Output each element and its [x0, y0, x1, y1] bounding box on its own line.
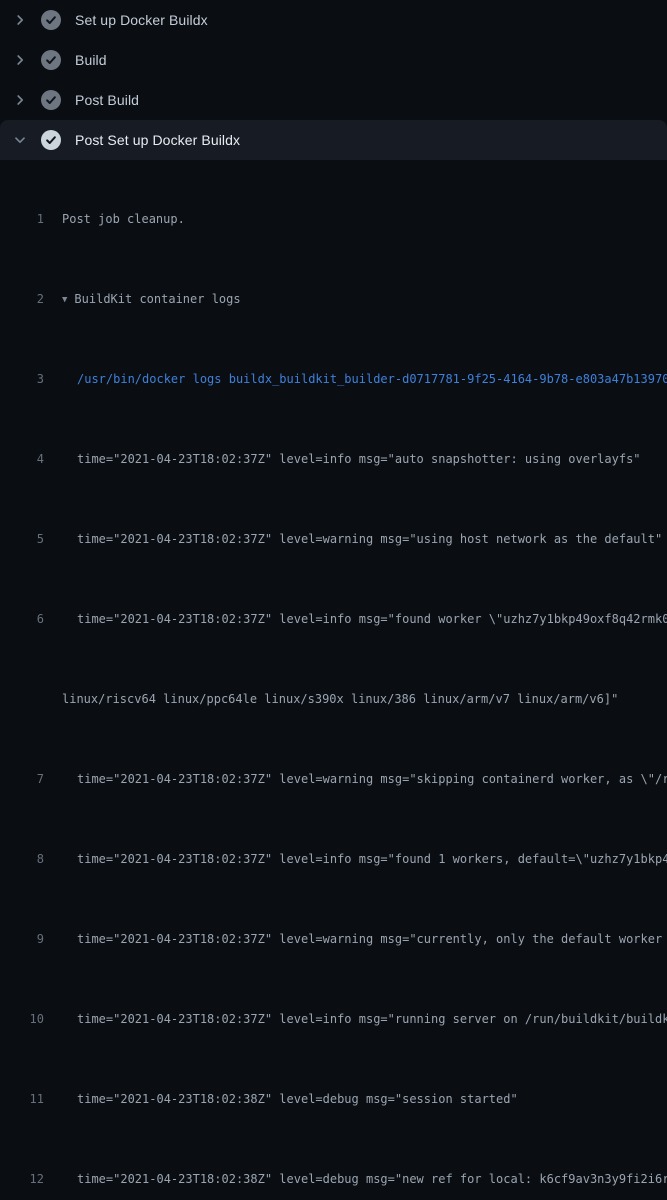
- check-circle-icon: [41, 130, 61, 150]
- log-text: linux/riscv64 linux/ppc64le linux/s390x …: [62, 689, 618, 709]
- line-number[interactable]: 2: [0, 289, 44, 309]
- line-number[interactable]: 10: [0, 1009, 44, 1029]
- log-line: 1 Post job cleanup.: [0, 209, 667, 229]
- log-line: 2 ▼BuildKit container logs: [0, 289, 667, 309]
- log-text: ▼BuildKit container logs: [62, 289, 241, 309]
- triangle-down-icon[interactable]: ▼: [62, 295, 67, 305]
- line-number[interactable]: 9: [0, 929, 44, 949]
- step-row[interactable]: Build: [0, 40, 667, 80]
- chevron-right-icon[interactable]: [12, 12, 28, 28]
- log-text: time="2021-04-23T18:02:37Z" level=warnin…: [62, 769, 667, 789]
- log-line: 10 time="2021-04-23T18:02:37Z" level=inf…: [0, 1009, 667, 1029]
- log-text: time="2021-04-23T18:02:38Z" level=debug …: [62, 1089, 518, 1109]
- line-number[interactable]: 12: [0, 1169, 44, 1189]
- chevron-down-icon[interactable]: [12, 132, 28, 148]
- step-row[interactable]: Set up Docker Buildx: [0, 0, 667, 40]
- log-text: time="2021-04-23T18:02:37Z" level=info m…: [62, 449, 641, 469]
- step-label: Build: [75, 52, 107, 68]
- check-circle-icon: [41, 50, 61, 70]
- line-number[interactable]: 7: [0, 769, 44, 789]
- line-number[interactable]: 4: [0, 449, 44, 469]
- log-line: 11 time="2021-04-23T18:02:38Z" level=deb…: [0, 1089, 667, 1109]
- log-text: Post job cleanup.: [62, 209, 185, 229]
- check-circle-icon: [41, 10, 61, 30]
- log-line: linux/riscv64 linux/ppc64le linux/s390x …: [0, 689, 667, 709]
- check-circle-icon: [41, 90, 61, 110]
- line-number[interactable]: 5: [0, 529, 44, 549]
- line-number[interactable]: 8: [0, 849, 44, 869]
- log-text: time="2021-04-23T18:02:37Z" level=info m…: [62, 609, 667, 629]
- line-number[interactable]: 1: [0, 209, 44, 229]
- log-text: time="2021-04-23T18:02:37Z" level=warnin…: [62, 929, 667, 949]
- step-label: Post Set up Docker Buildx: [75, 132, 240, 148]
- line-number[interactable]: [0, 689, 44, 709]
- log-line: 6 time="2021-04-23T18:02:37Z" level=info…: [0, 609, 667, 629]
- line-number[interactable]: 6: [0, 609, 44, 629]
- log-line: 9 time="2021-04-23T18:02:37Z" level=warn…: [0, 929, 667, 949]
- chevron-right-icon[interactable]: [12, 92, 28, 108]
- chevron-right-icon[interactable]: [12, 52, 28, 68]
- log-viewer: 1 Post job cleanup. 2 ▼BuildKit containe…: [0, 160, 667, 1200]
- step-row[interactable]: Post Build: [0, 80, 667, 120]
- log-line: 12 time="2021-04-23T18:02:38Z" level=deb…: [0, 1169, 667, 1189]
- log-text: time="2021-04-23T18:02:37Z" level=warnin…: [62, 529, 662, 549]
- log-line: 4 time="2021-04-23T18:02:37Z" level=info…: [0, 449, 667, 469]
- log-text: time="2021-04-23T18:02:38Z" level=debug …: [62, 1169, 667, 1189]
- step-row[interactable]: Post Set up Docker Buildx: [0, 120, 667, 160]
- line-number[interactable]: 11: [0, 1089, 44, 1109]
- log-text: /usr/bin/docker logs buildx_buildkit_bui…: [62, 369, 667, 389]
- log-text: time="2021-04-23T18:02:37Z" level=info m…: [62, 1009, 667, 1029]
- step-label: Set up Docker Buildx: [75, 12, 208, 28]
- steps-list: Set up Docker Buildx Build Post Build Po…: [0, 0, 667, 160]
- log-line: 7 time="2021-04-23T18:02:37Z" level=warn…: [0, 769, 667, 789]
- log-line: 5 time="2021-04-23T18:02:37Z" level=warn…: [0, 529, 667, 549]
- line-number[interactable]: 3: [0, 369, 44, 389]
- log-line: 8 time="2021-04-23T18:02:37Z" level=info…: [0, 849, 667, 869]
- step-label: Post Build: [75, 92, 139, 108]
- log-text: time="2021-04-23T18:02:37Z" level=info m…: [62, 849, 667, 869]
- log-line: 3 /usr/bin/docker logs buildx_buildkit_b…: [0, 369, 667, 389]
